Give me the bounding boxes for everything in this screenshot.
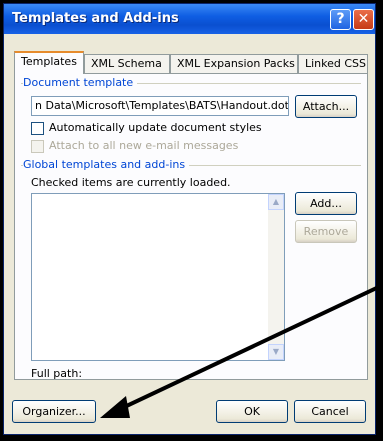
tab-templates[interactable]: Templates xyxy=(14,51,84,74)
add-button[interactable]: Add... xyxy=(295,192,357,215)
tab-xml-expansion-packs[interactable]: XML Expansion Packs xyxy=(170,54,298,73)
document-template-path-input[interactable]: n Data\Microsoft\Templates\BATS\Handout.… xyxy=(31,96,289,116)
scroll-down-arrow-icon[interactable]: ▼ xyxy=(268,344,284,360)
help-button[interactable]: ? xyxy=(330,9,351,30)
cancel-button[interactable]: Cancel xyxy=(294,400,366,423)
auto-update-styles-checkbox[interactable] xyxy=(31,122,44,135)
tab-xml-schema[interactable]: XML Schema xyxy=(84,54,170,73)
title-bar[interactable]: Templates and Add-ins ? ✕ xyxy=(4,4,375,34)
global-templates-list[interactable]: ▲ ▼ xyxy=(31,193,285,361)
auto-update-styles-label: Automatically update document styles xyxy=(49,121,262,134)
remove-button: Remove xyxy=(295,220,357,243)
templates-addins-dialog: Templates and Add-ins ? ✕ Templates XML … xyxy=(3,3,376,435)
organizer-button[interactable]: Organizer... xyxy=(12,400,96,423)
attach-to-email-label: Attach to all new e-mail messages xyxy=(49,139,239,152)
attach-to-email-checkbox xyxy=(31,140,44,153)
attach-button[interactable]: Attach... xyxy=(295,95,357,118)
ok-button[interactable]: OK xyxy=(216,400,288,423)
full-path-label: Full path: xyxy=(31,367,83,380)
close-button[interactable]: ✕ xyxy=(353,9,374,30)
tab-linked-css[interactable]: Linked CSS xyxy=(298,54,368,73)
list-scrollbar[interactable]: ▲ ▼ xyxy=(268,194,284,360)
scroll-up-arrow-icon[interactable]: ▲ xyxy=(268,194,284,210)
dialog-title: Templates and Add-ins xyxy=(12,11,179,26)
global-templates-group-label: Global templates and add-ins xyxy=(23,158,190,171)
loaded-items-info: Checked items are currently loaded. xyxy=(31,176,231,189)
templates-tab-panel: Document template n Data\Microsoft\Templ… xyxy=(14,73,368,380)
document-template-group-label: Document template xyxy=(23,76,138,89)
